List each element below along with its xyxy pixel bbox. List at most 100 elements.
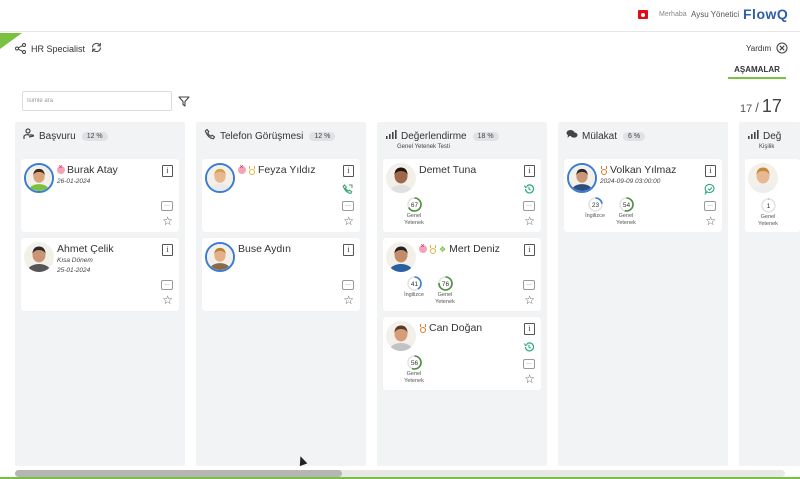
stage-column: Başvuru 12 % Burak Atay 26-01-2024 i... ☆ Ah… <box>15 122 185 466</box>
bar-chart-icon <box>747 127 763 145</box>
info-icon[interactable]: i <box>524 323 535 335</box>
bar-chart-icon <box>385 127 401 145</box>
history-icon[interactable] <box>523 341 535 353</box>
candidate-name-text: Buse Aydın <box>238 243 291 255</box>
comment-icon[interactable]: ... <box>161 280 173 290</box>
user-name[interactable]: Aysu Yönetici <box>691 10 739 19</box>
candidate-detail: Kısa Dönem <box>57 257 93 264</box>
history-icon[interactable] <box>523 183 535 195</box>
avatar-photo <box>386 321 416 351</box>
gold-medal-icon <box>248 165 256 175</box>
info-icon[interactable]: i <box>162 244 173 256</box>
avatar[interactable] <box>748 163 778 193</box>
status-x-badge-icon <box>238 164 246 174</box>
column-header: Telefon Görüşmesi 12 % <box>204 128 336 143</box>
comment-icon[interactable]: ... <box>523 280 535 290</box>
star-icon[interactable]: ☆ <box>162 215 173 227</box>
candidate-card[interactable]: ❖Mert Deniz i... ☆ 41 İngilizce 76 Genel Y… <box>383 238 541 311</box>
stage-column: Mülakat 6 % Volkan Yılmaz 2024-09-09 03:00… <box>558 122 728 466</box>
info-icon[interactable]: i <box>343 165 354 177</box>
avatar-photo <box>24 242 54 272</box>
gold-medal-icon <box>429 244 437 254</box>
candidate-card[interactable]: Buse Aydın i... ☆ <box>202 238 360 311</box>
avatar[interactable] <box>205 163 235 193</box>
refresh-icon[interactable] <box>90 41 103 54</box>
column-subtitle: Genel Yetenek Testi <box>397 144 450 150</box>
candidate-name[interactable]: Burak Atay <box>57 164 118 176</box>
svg-text:54: 54 <box>622 202 630 209</box>
avatar[interactable] <box>567 163 597 193</box>
column-title: Mülakat <box>582 130 618 142</box>
avatar[interactable] <box>205 242 235 272</box>
candidate-name[interactable]: ❖Mert Deniz <box>419 243 500 255</box>
phone-call-icon[interactable] <box>342 183 354 195</box>
avatar-photo <box>386 163 416 193</box>
star-icon[interactable]: ☆ <box>343 215 354 227</box>
info-icon[interactable]: i <box>343 244 354 256</box>
info-icon[interactable]: i <box>705 165 716 177</box>
star-icon[interactable]: ☆ <box>162 294 173 306</box>
comment-icon[interactable]: ... <box>704 201 716 211</box>
search-input[interactable] <box>22 91 172 111</box>
tab-stages[interactable]: AŞAMALAR <box>728 63 786 79</box>
top-bar: Merhaba Aysu Yönetici FlowQ <box>0 0 800 32</box>
candidate-card[interactable]: Feyza Yıldız i... ☆ <box>202 159 360 232</box>
star-icon[interactable]: ☆ <box>343 294 354 306</box>
score-label: Genel Yetenek <box>404 213 424 226</box>
avatar[interactable] <box>386 242 416 272</box>
horizontal-scrollbar-thumb[interactable] <box>15 470 342 477</box>
status-x-badge-icon <box>419 243 427 253</box>
avatar[interactable] <box>386 321 416 351</box>
comment-icon[interactable]: ... <box>342 280 354 290</box>
svg-text:67: 67 <box>410 202 418 209</box>
candidate-card[interactable]: Demet Tuna i... ☆ 67 Genel Yetenek <box>383 159 541 232</box>
star-icon[interactable]: ☆ <box>524 294 535 306</box>
medal-icon <box>419 323 427 333</box>
medal-icon <box>600 165 608 175</box>
info-icon[interactable]: i <box>524 165 535 177</box>
svg-text:76: 76 <box>441 281 449 288</box>
candidate-name[interactable]: Feyza Yıldız <box>238 164 316 176</box>
filter-icon[interactable] <box>178 96 190 107</box>
help-close-icon[interactable] <box>776 42 788 54</box>
candidate-name[interactable]: Demet Tuna <box>419 164 476 176</box>
score-indicator: 76 Genel Yetenek <box>430 275 460 305</box>
score-indicator: 56 Genel Yetenek <box>399 354 429 384</box>
candidate-card[interactable]: Can Doğan i... ☆ 56 Genel Yetenek <box>383 317 541 390</box>
score-label: Genel Yetenek <box>758 214 778 227</box>
column-title: Değ <box>763 130 782 142</box>
comment-icon[interactable]: ... <box>523 201 535 211</box>
avatar-photo <box>748 163 778 193</box>
info-icon[interactable]: i <box>524 244 535 256</box>
svg-text:41: 41 <box>410 281 418 288</box>
chat-bubbles-icon <box>566 127 582 145</box>
chat-check-icon[interactable] <box>704 183 716 195</box>
runner-icon: ❖ <box>439 244 447 254</box>
info-icon[interactable]: i <box>162 165 173 177</box>
column-title: Başvuru <box>39 130 76 142</box>
candidate-name[interactable]: Buse Aydın <box>238 243 291 255</box>
score-label: Genel Yetenek <box>404 371 424 384</box>
help-link[interactable]: Yardım <box>746 44 771 53</box>
candidate-name[interactable]: Ahmet Çelik <box>57 243 114 255</box>
candidate-name[interactable]: Volkan Yılmaz <box>600 164 676 176</box>
candidate-card[interactable]: Burak Atay 26-01-2024 i... ☆ <box>21 159 179 232</box>
turkish-flag-icon[interactable] <box>638 10 648 19</box>
comment-icon[interactable]: ... <box>161 201 173 211</box>
avatar[interactable] <box>24 242 54 272</box>
star-icon[interactable]: ☆ <box>524 373 535 385</box>
comment-icon[interactable]: ... <box>523 359 535 369</box>
candidate-card[interactable]: Volkan Yılmaz 2024-09-09 03:00:00 i... ☆ 23… <box>564 159 722 232</box>
comment-icon[interactable]: ... <box>342 201 354 211</box>
column-header: Değerlendirme 18 % <box>385 129 499 143</box>
candidate-card[interactable]: Ahmet Çelik Kısa Dönem 25-01-2024 i... ☆ <box>21 238 179 311</box>
star-icon[interactable]: ☆ <box>705 215 716 227</box>
page-current: 17 <box>740 103 753 115</box>
avatar[interactable] <box>386 163 416 193</box>
app-logo[interactable]: FlowQ <box>743 6 788 22</box>
candidate-card[interactable]: 1 Genel Yetenek <box>745 159 800 232</box>
org-chart-icon <box>15 43 26 54</box>
candidate-name[interactable]: Can Doğan <box>419 322 482 334</box>
star-icon[interactable]: ☆ <box>524 215 535 227</box>
avatar[interactable] <box>24 163 54 193</box>
